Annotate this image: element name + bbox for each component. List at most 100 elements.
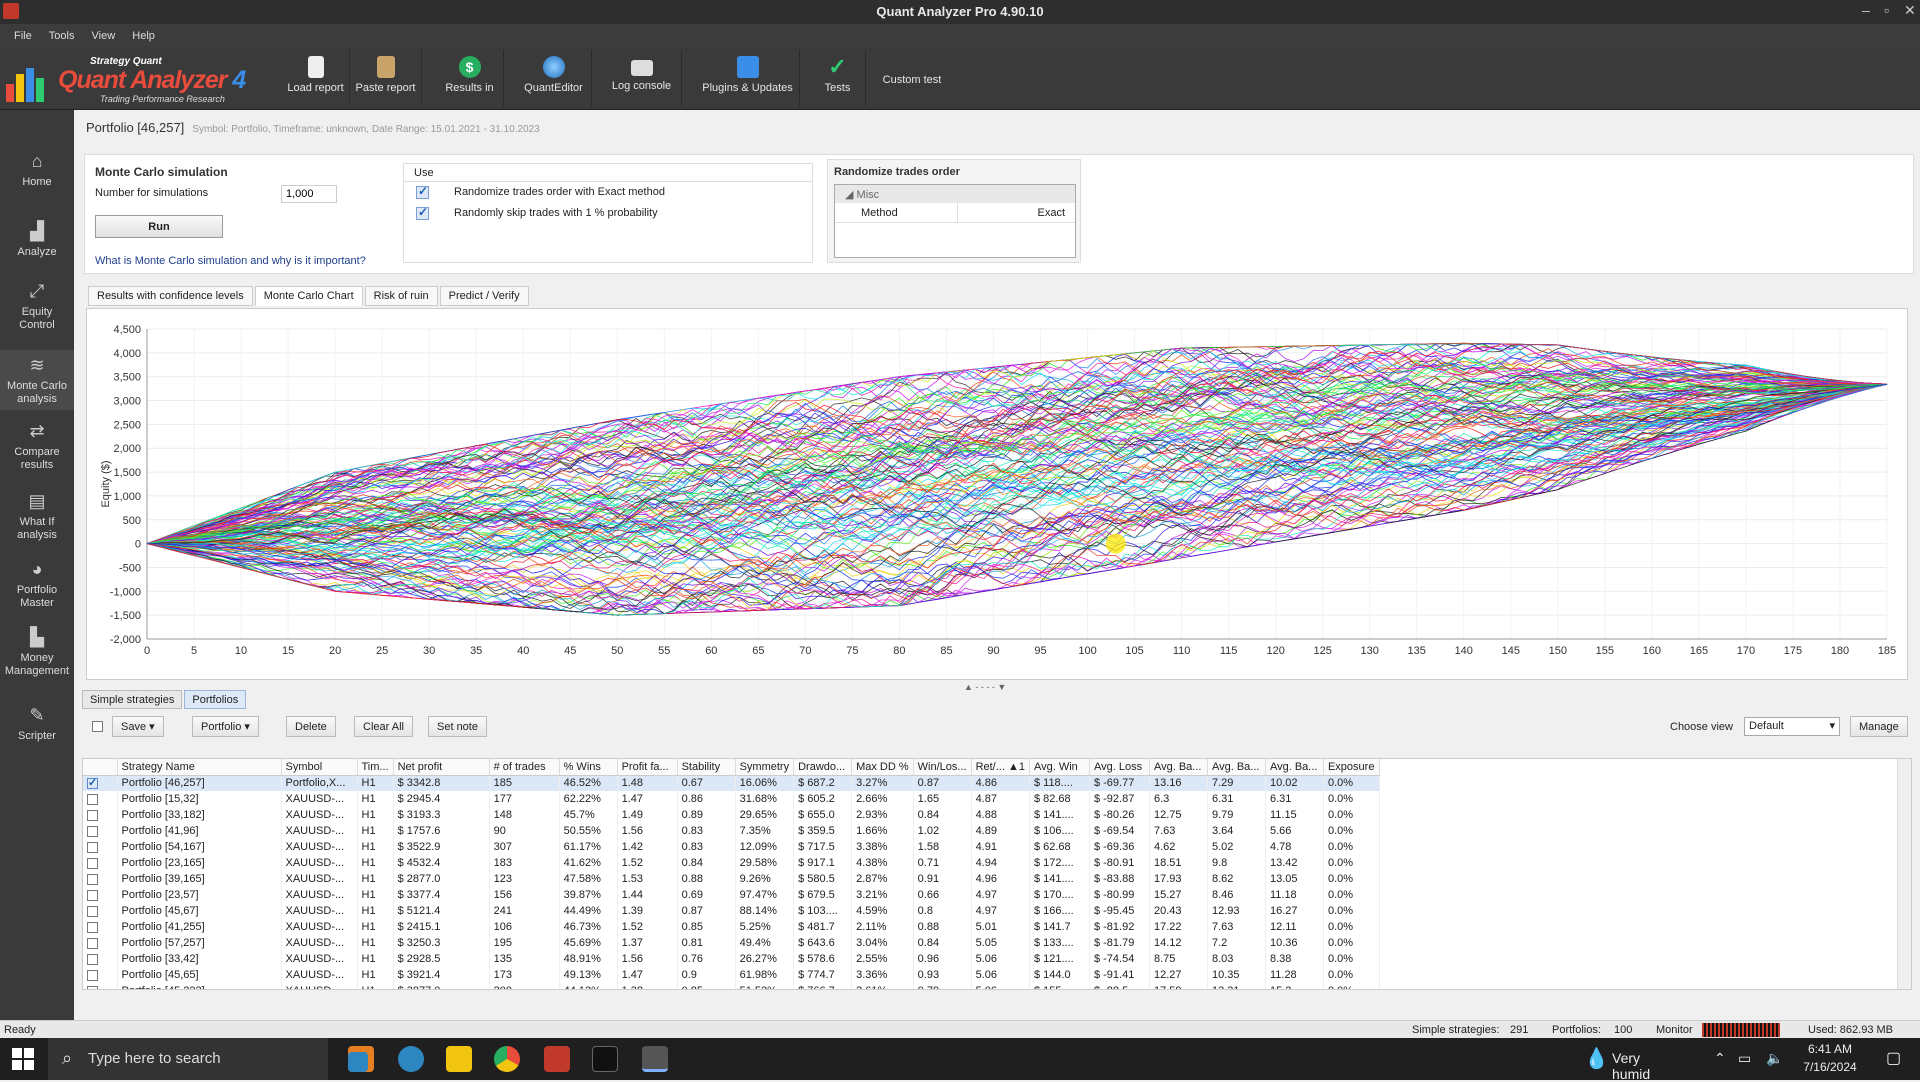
- anydesk-icon[interactable]: [544, 1046, 570, 1072]
- menu-help[interactable]: Help: [132, 30, 155, 42]
- weather-text[interactable]: Very humid: [1612, 1050, 1650, 1082]
- row-checkbox[interactable]: [87, 937, 98, 949]
- taskbar-search[interactable]: ⌕ Type here to search: [48, 1038, 328, 1080]
- menu-view[interactable]: View: [92, 30, 116, 42]
- quanteditor-button[interactable]: QuantEditor: [516, 50, 592, 106]
- column-header[interactable]: Drawdo...: [793, 759, 853, 776]
- edge-icon[interactable]: [398, 1046, 424, 1072]
- row-checkbox[interactable]: [87, 953, 98, 965]
- sidebar-item-home[interactable]: ⌂ Home: [0, 150, 74, 189]
- column-header[interactable]: Tim...: [357, 759, 394, 776]
- delete-button[interactable]: Delete: [286, 716, 336, 737]
- custom-test-button[interactable]: Custom test: [872, 50, 952, 106]
- notifications-icon[interactable]: ▢: [1886, 1048, 1901, 1068]
- row-checkbox[interactable]: [87, 985, 98, 989]
- maximize-icon[interactable]: ▫: [1884, 2, 1889, 18]
- row-checkbox[interactable]: [87, 809, 98, 821]
- row-checkbox[interactable]: [87, 969, 98, 981]
- column-header[interactable]: Strategy Name: [117, 759, 282, 776]
- column-header[interactable]: Profit fa...: [617, 759, 678, 776]
- table-row[interactable]: Portfolio [23,57] XAUUSD-... H1 $ 3377.4 156…: [83, 887, 1380, 903]
- row-checkbox[interactable]: [87, 793, 98, 805]
- manage-button[interactable]: Manage: [1850, 716, 1908, 737]
- row-checkbox[interactable]: [87, 776, 98, 789]
- column-header[interactable]: Symbol: [281, 759, 358, 776]
- column-header[interactable]: % Wins: [559, 759, 618, 776]
- volume-icon[interactable]: 🔈: [1766, 1050, 1783, 1067]
- table-row[interactable]: Portfolio [41,255] XAUUSD-... H1 $ 2415.1 10…: [83, 919, 1380, 935]
- tab-predict-verify[interactable]: Predict / Verify: [439, 286, 529, 306]
- misc-group[interactable]: ◢ Misc: [835, 185, 1075, 203]
- mc-help-link[interactable]: What is Monte Carlo simulation and why i…: [95, 255, 366, 267]
- column-header[interactable]: Exposure: [1323, 759, 1380, 776]
- row-checkbox[interactable]: [87, 857, 98, 869]
- load-report-button[interactable]: Load report: [282, 50, 350, 106]
- sidebar-item-compare-results[interactable]: ⇄ Compare results: [0, 420, 74, 472]
- file-explorer-icon[interactable]: [446, 1046, 472, 1072]
- row-checkbox[interactable]: [87, 873, 98, 885]
- clock-time[interactable]: 6:41 AM: [1790, 1042, 1870, 1056]
- table-row[interactable]: Portfolio [46,257]Portfolio,X...H1$ 3342…: [83, 775, 1380, 791]
- column-header[interactable]: Win/Los...: [913, 759, 972, 776]
- sidebar-item-what-if[interactable]: ▤ What If analysis: [0, 490, 74, 542]
- table-row[interactable]: Portfolio [23,165] XAUUSD-... H1 $ 4532.4 18…: [83, 855, 1380, 871]
- sidebar-item-money-management[interactable]: ▙ Money Management: [0, 626, 74, 678]
- column-header[interactable]: [83, 759, 118, 776]
- windows-start-icon[interactable]: [10, 1046, 36, 1072]
- view-select[interactable]: Default: [1744, 717, 1840, 736]
- sidebar-item-monte-carlo[interactable]: ≋ Monte Carlo analysis: [0, 350, 74, 410]
- tests-button[interactable]: ✓ Tests: [810, 50, 866, 106]
- randomize-order-checkbox[interactable]: [416, 184, 429, 199]
- log-console-button[interactable]: Log console: [602, 50, 682, 106]
- column-header[interactable]: Avg. Ba...: [1207, 759, 1266, 776]
- run-button[interactable]: Run: [95, 215, 223, 238]
- column-header[interactable]: Avg. Ba...: [1265, 759, 1324, 776]
- tab-risk-of-ruin[interactable]: Risk of ruin: [364, 286, 438, 306]
- column-header[interactable]: Symmetry: [735, 759, 795, 776]
- minimize-icon[interactable]: –: [1862, 2, 1870, 18]
- column-header[interactable]: Avg. Win: [1029, 759, 1090, 776]
- tab-confidence-levels[interactable]: Results with confidence levels: [88, 286, 253, 306]
- column-header[interactable]: Net profit: [393, 759, 490, 776]
- table-row[interactable]: Portfolio [41,96] XAUUSD-... H1 $ 1757.6 90 5…: [83, 823, 1380, 839]
- table-row[interactable]: Portfolio [45,65] XAUUSD-... H1 $ 3921.4 173…: [83, 967, 1380, 983]
- column-header[interactable]: Max DD %: [851, 759, 914, 776]
- save-button[interactable]: Save ▾: [112, 716, 164, 737]
- terminal-icon[interactable]: [592, 1046, 618, 1072]
- tab-portfolios[interactable]: Portfolios: [184, 690, 247, 709]
- table-row[interactable]: Portfolio [45,67] XAUUSD-... H1 $ 5121.4 241…: [83, 903, 1380, 919]
- set-note-button[interactable]: Set note: [428, 716, 487, 737]
- column-header[interactable]: Avg. Ba...: [1149, 759, 1208, 776]
- sidebar-item-portfolio-master[interactable]: ◕ Portfolio Master: [0, 558, 74, 610]
- column-header[interactable]: Avg. Loss: [1089, 759, 1150, 776]
- close-icon[interactable]: ✕: [1904, 2, 1916, 19]
- splitter-handle[interactable]: ▲ - - - - ▼: [964, 682, 1006, 692]
- sidebar-item-scripter[interactable]: ✎ Scripter: [0, 704, 74, 743]
- skip-trades-checkbox[interactable]: [416, 205, 429, 220]
- table-row[interactable]: Portfolio [45,222]XAUUSD-...H1$ 3877.020…: [83, 983, 1380, 989]
- network-icon[interactable]: ▭: [1738, 1050, 1751, 1067]
- row-checkbox[interactable]: [87, 825, 98, 837]
- table-row[interactable]: Portfolio [39,165] XAUUSD-... H1 $ 2877.0 12…: [83, 871, 1380, 887]
- row-checkbox[interactable]: [87, 905, 98, 917]
- sidebar-item-analyze[interactable]: ▟ Analyze: [0, 220, 74, 259]
- num-simulations-input[interactable]: [281, 185, 337, 203]
- chrome-icon[interactable]: [494, 1046, 520, 1072]
- clock-date[interactable]: 7/16/2024: [1790, 1060, 1870, 1074]
- table-row[interactable]: Portfolio [15,32] XAUUSD-... H1 $ 2945.4 177…: [83, 791, 1380, 807]
- portfolio-button[interactable]: Portfolio ▾: [192, 716, 259, 737]
- row-checkbox[interactable]: [87, 841, 98, 853]
- paste-report-button[interactable]: Paste report: [350, 50, 422, 106]
- column-header[interactable]: Stability: [677, 759, 736, 776]
- row-checkbox[interactable]: [87, 889, 98, 901]
- plugins-updates-button[interactable]: Plugins & Updates: [696, 50, 800, 106]
- table-row[interactable]: Portfolio [33,182] XAUUSD-... H1 $ 3193.3 14…: [83, 807, 1380, 823]
- select-all-checkbox[interactable]: [92, 721, 103, 732]
- menu-tools[interactable]: Tools: [49, 30, 75, 42]
- table-row[interactable]: Portfolio [54,167] XAUUSD-... H1 $ 3522.9 30…: [83, 839, 1380, 855]
- method-row[interactable]: Method Exact: [835, 203, 1075, 223]
- results-in-button[interactable]: $ Results in: [436, 50, 504, 106]
- column-header[interactable]: # of trades: [489, 759, 560, 776]
- quant-analyzer-task-icon[interactable]: [642, 1046, 668, 1072]
- sidebar-item-equity-control[interactable]: ⤢ Equity Control: [0, 280, 74, 332]
